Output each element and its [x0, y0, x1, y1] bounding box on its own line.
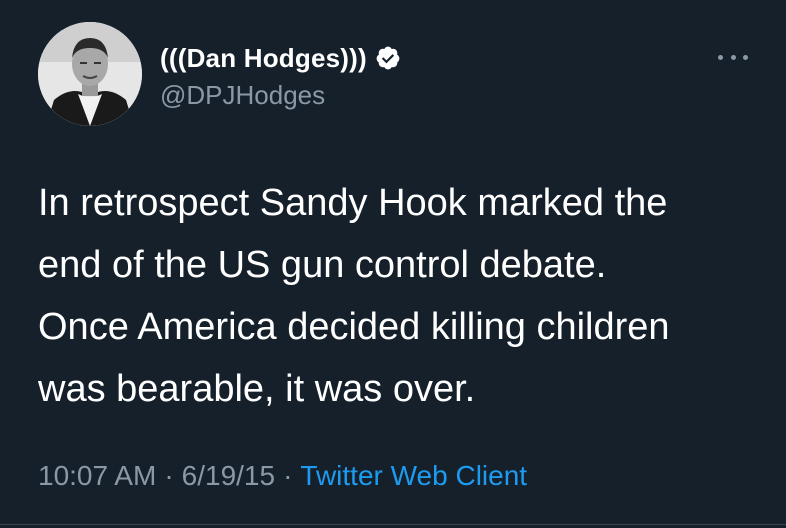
tweet-text-line: Once America decided killing children [38, 306, 670, 348]
tweet-text: In retrospect Sandy Hook marked the end … [38, 172, 758, 420]
tweet-text-line: In retrospect Sandy Hook marked the [38, 182, 668, 224]
author-name-row[interactable]: (((Dan Hodges))) [160, 40, 401, 76]
tweet-client-link[interactable]: Twitter Web Client [300, 460, 527, 492]
tweet-text-line: was bearable, it was over. [38, 368, 476, 410]
verified-badge-icon [375, 45, 401, 71]
dot-icon [718, 54, 723, 60]
display-name[interactable]: (((Dan Hodges))) [160, 43, 367, 74]
divider [0, 524, 786, 525]
dot-icon [730, 54, 736, 60]
tweet-card: (((Dan Hodges))) @DPJHodges In retrospec… [0, 0, 786, 528]
meta-separator: · [164, 460, 174, 491]
dot-icon [743, 54, 748, 60]
avatar-image [38, 22, 142, 126]
tweet-date[interactable]: 6/19/15 [182, 460, 275, 492]
author-handle[interactable]: @DPJHodges [160, 80, 325, 111]
tweet-time[interactable]: 10:07 AM [38, 460, 156, 492]
tweet-meta: 10:07 AM · 6/19/15 · Twitter Web Client [38, 460, 527, 492]
avatar[interactable] [38, 22, 142, 126]
more-options-icon[interactable] [718, 52, 748, 62]
tweet-text-line: end of the US gun control debate. [38, 244, 607, 286]
meta-separator: · [283, 460, 293, 491]
